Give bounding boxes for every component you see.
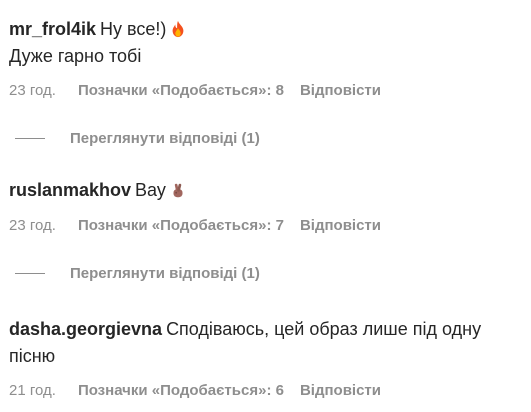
comment-item: dasha.georgievna Сподіваюсь, цей образ ли…	[9, 316, 524, 400]
comment-likes[interactable]: Позначки «Подобається»: 7	[78, 217, 284, 234]
view-replies-label: Переглянути відповіді (1)	[70, 264, 260, 282]
reply-button[interactable]: Відповісти	[300, 82, 381, 99]
comment-username[interactable]: dasha.georgievna	[9, 319, 162, 339]
reply-button[interactable]: Відповісти	[300, 382, 381, 399]
fire-emoji-icon	[169, 19, 187, 38]
replies-divider-line	[15, 137, 45, 139]
crossed-fingers-emoji-icon	[169, 180, 187, 198]
comment-text: Ну все!)	[100, 19, 167, 39]
comment-text-line2: Дуже гарно тобі	[9, 46, 142, 66]
comment-time[interactable]: 23 год.	[9, 217, 56, 234]
comment-time[interactable]: 21 год.	[9, 382, 56, 399]
comment-time[interactable]: 23 год.	[9, 82, 56, 99]
comment-username[interactable]: mr_frol4ik	[9, 19, 96, 39]
comment-body: dasha.georgievna Сподіваюсь, цей образ ли…	[9, 316, 524, 370]
comment-username[interactable]: ruslanmakhov	[9, 180, 131, 200]
comment-item: ruslanmakhov Вау 23 год. Позначки «Подоба…	[9, 177, 524, 283]
view-replies-button[interactable]: Переглянути відповіді (1)	[9, 128, 524, 148]
comment-body: mr_frol4ik Ну все!) Дуже гарно тобі	[9, 16, 524, 70]
comment-body: ruslanmakhov Вау	[9, 177, 524, 204]
view-replies-label: Переглянути відповіді (1)	[70, 129, 260, 147]
replies-divider-line	[15, 272, 45, 274]
comment-item: mr_frol4ik Ну все!) Дуже гарно тобі 23 го…	[9, 16, 524, 148]
comment-likes[interactable]: Позначки «Подобається»: 6	[78, 382, 284, 399]
comment-text: Вау	[135, 180, 166, 200]
comment-likes[interactable]: Позначки «Подобається»: 8	[78, 82, 284, 99]
comment-meta: 21 год. Позначки «Подобається»: 6 Відпов…	[9, 380, 524, 400]
view-replies-button[interactable]: Переглянути відповіді (1)	[9, 263, 524, 283]
comment-meta: 23 год. Позначки «Подобається»: 8 Відпов…	[9, 80, 524, 100]
comment-meta: 23 год. Позначки «Подобається»: 7 Відпов…	[9, 215, 524, 235]
reply-button[interactable]: Відповісти	[300, 217, 381, 234]
